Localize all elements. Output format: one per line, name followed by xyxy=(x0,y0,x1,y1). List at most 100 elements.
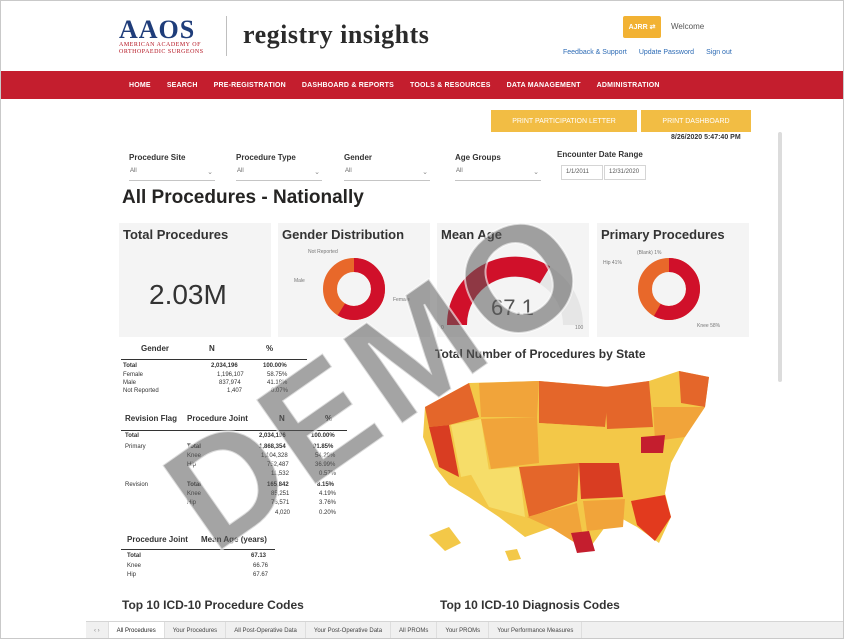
tab-nav-arrows[interactable]: ‹ › xyxy=(86,621,109,638)
state-region[interactable] xyxy=(579,463,623,499)
table-cell: Total xyxy=(187,444,201,450)
primary-donut-chart xyxy=(638,258,700,320)
state-region[interactable] xyxy=(679,371,709,407)
tab-all-procedures[interactable]: All Procedures xyxy=(108,621,165,638)
table-cell: 837,974 xyxy=(219,380,241,386)
donut-label-knee: Knee 58% xyxy=(697,323,721,329)
table-cell: 1,868,354 xyxy=(259,444,286,450)
table-cell: Not Reported xyxy=(123,388,159,394)
procedure-site-value: All xyxy=(130,168,137,174)
table-cell: 67.67 xyxy=(253,572,269,578)
table-cell: Total xyxy=(127,553,141,559)
mean-age-title: Mean Age xyxy=(441,227,502,242)
procedure-joint-header[interactable]: Procedure Joint xyxy=(187,414,248,423)
us-state-map[interactable] xyxy=(409,367,719,567)
table-cell: 0.57% xyxy=(319,471,337,477)
table-cell: 1,196,107 xyxy=(217,372,244,378)
state-region[interactable] xyxy=(583,499,625,531)
tab-performance-measures[interactable]: Your Performance Measures xyxy=(489,621,583,638)
page-title: All Procedures - Nationally xyxy=(122,187,364,208)
gender-col-header[interactable]: Gender xyxy=(141,344,169,353)
pct-header[interactable]: % xyxy=(325,414,332,423)
table-cell: Knee xyxy=(187,491,202,497)
state-region[interactable] xyxy=(429,527,461,551)
sign-out-link[interactable]: Sign out xyxy=(706,49,732,56)
gauge-min: 0 xyxy=(441,325,444,331)
nav-tools-resources[interactable]: TOOLS & RESOURCES xyxy=(410,82,491,89)
tab-your-post-operative[interactable]: Your Post-Operative Data xyxy=(306,621,392,638)
age-groups-select[interactable]: All ⌄ xyxy=(455,168,541,181)
print-participation-letter-button[interactable]: PRINT PARTICIPATION LETTER xyxy=(491,110,637,132)
date-start-input[interactable]: 1/1/2011 xyxy=(561,165,603,180)
table-cell: Female xyxy=(123,372,144,378)
tab-your-proms[interactable]: Your PROMs xyxy=(437,621,490,638)
tab-all-proms[interactable]: All PROMs xyxy=(391,621,438,638)
table-cell: Total xyxy=(125,433,139,439)
state-region[interactable] xyxy=(505,549,521,561)
mean-age-card: Mean Age 67.1 0 100 xyxy=(437,223,589,337)
table-cell: Knee xyxy=(187,453,202,459)
report-timestamp: 8/26/2020 5:47:40 PM xyxy=(671,134,741,141)
state-region[interactable] xyxy=(605,381,653,429)
state-region[interactable] xyxy=(481,417,539,469)
table-cell: 67.13 xyxy=(251,553,267,559)
nav-administration[interactable]: ADMINISTRATION xyxy=(597,82,660,89)
table-row: Total xyxy=(123,363,137,369)
table-cell: Hip xyxy=(187,500,197,506)
revision-table: Revision Flag Procedure Joint N % Total … xyxy=(121,411,347,521)
table-cell: 85,251 xyxy=(271,491,290,497)
revision-flag-header[interactable]: Revision Flag xyxy=(125,414,177,423)
gauge-max: 100 xyxy=(575,325,584,331)
table-cell: Revision xyxy=(125,482,149,488)
table-cell: 1,407 xyxy=(227,388,243,394)
mean-age-value: 67.1 xyxy=(491,295,534,320)
donut-label-male: Male xyxy=(294,278,305,284)
state-region[interactable] xyxy=(641,435,665,453)
nav-data-management[interactable]: DATA MANAGEMENT xyxy=(507,82,581,89)
tab-all-post-operative[interactable]: All Post-Operative Data xyxy=(226,621,306,638)
chevron-down-icon: ⌄ xyxy=(314,169,320,176)
table-cell: 11,532 xyxy=(271,471,289,477)
nav-search[interactable]: SEARCH xyxy=(167,82,198,89)
table-cell: 76,571 xyxy=(271,500,290,506)
state-region[interactable] xyxy=(631,495,671,541)
map-title: Total Number of Procedures by State xyxy=(435,347,646,361)
procedure-joint-header[interactable]: Procedure Joint xyxy=(127,535,188,544)
table-cell: 4,020 xyxy=(275,510,291,516)
table-cell: Knee xyxy=(127,563,142,569)
table-cell: Hip xyxy=(187,462,197,468)
procedure-site-select[interactable]: All ⌄ xyxy=(129,168,215,181)
report-scrollbar[interactable] xyxy=(778,132,782,382)
icd-diagnosis-title: Top 10 ICD-10 Diagnosis Codes xyxy=(440,598,620,612)
gender-filter-label: Gender xyxy=(344,153,373,162)
n-header[interactable]: N xyxy=(279,414,285,423)
main-nav: HOME SEARCH PRE-REGISTRATION DASHBOARD &… xyxy=(1,71,843,99)
age-groups-value: All xyxy=(456,168,463,174)
pct-col-header[interactable]: % xyxy=(266,344,273,353)
date-range-label: Encounter Date Range xyxy=(557,150,643,159)
registry-insights-logo[interactable]: registry insights xyxy=(243,20,429,50)
gender-select[interactable]: All ⌄ xyxy=(344,168,430,181)
nav-home[interactable]: HOME xyxy=(129,82,151,89)
nav-pre-registration[interactable]: PRE-REGISTRATION xyxy=(214,82,286,89)
state-region[interactable] xyxy=(479,381,539,417)
primary-procedures-title: Primary Procedures xyxy=(601,227,725,242)
mean-age-table: Procedure Joint Mean Age (years) Total 6… xyxy=(121,531,275,587)
gender-donut-chart xyxy=(323,258,385,320)
gender-value: All xyxy=(345,168,352,174)
procedure-type-select[interactable]: All ⌄ xyxy=(236,168,322,181)
table-cell: 8.15% xyxy=(317,482,335,488)
state-region[interactable] xyxy=(539,381,609,427)
feedback-support-link[interactable]: Feedback & Support xyxy=(563,49,627,56)
update-password-link[interactable]: Update Password xyxy=(639,49,694,56)
print-dashboard-button[interactable]: PRINT DASHBOARD xyxy=(641,110,751,132)
ajrr-switch-button[interactable]: AJRR ⇄ xyxy=(623,16,661,38)
date-end-input[interactable]: 12/31/2020 xyxy=(604,165,646,180)
n-col-header[interactable]: N xyxy=(209,344,215,353)
table-cell: 66.76 xyxy=(253,563,269,569)
tab-your-procedures[interactable]: Your Procedures xyxy=(165,621,227,638)
mean-age-header[interactable]: Mean Age (years) xyxy=(201,535,267,544)
nav-dashboard-reports[interactable]: DASHBOARD & REPORTS xyxy=(302,82,394,89)
aaos-logo[interactable]: AAOS American Academy of Orthopaedic Sur… xyxy=(119,17,219,56)
state-region[interactable] xyxy=(539,423,605,463)
